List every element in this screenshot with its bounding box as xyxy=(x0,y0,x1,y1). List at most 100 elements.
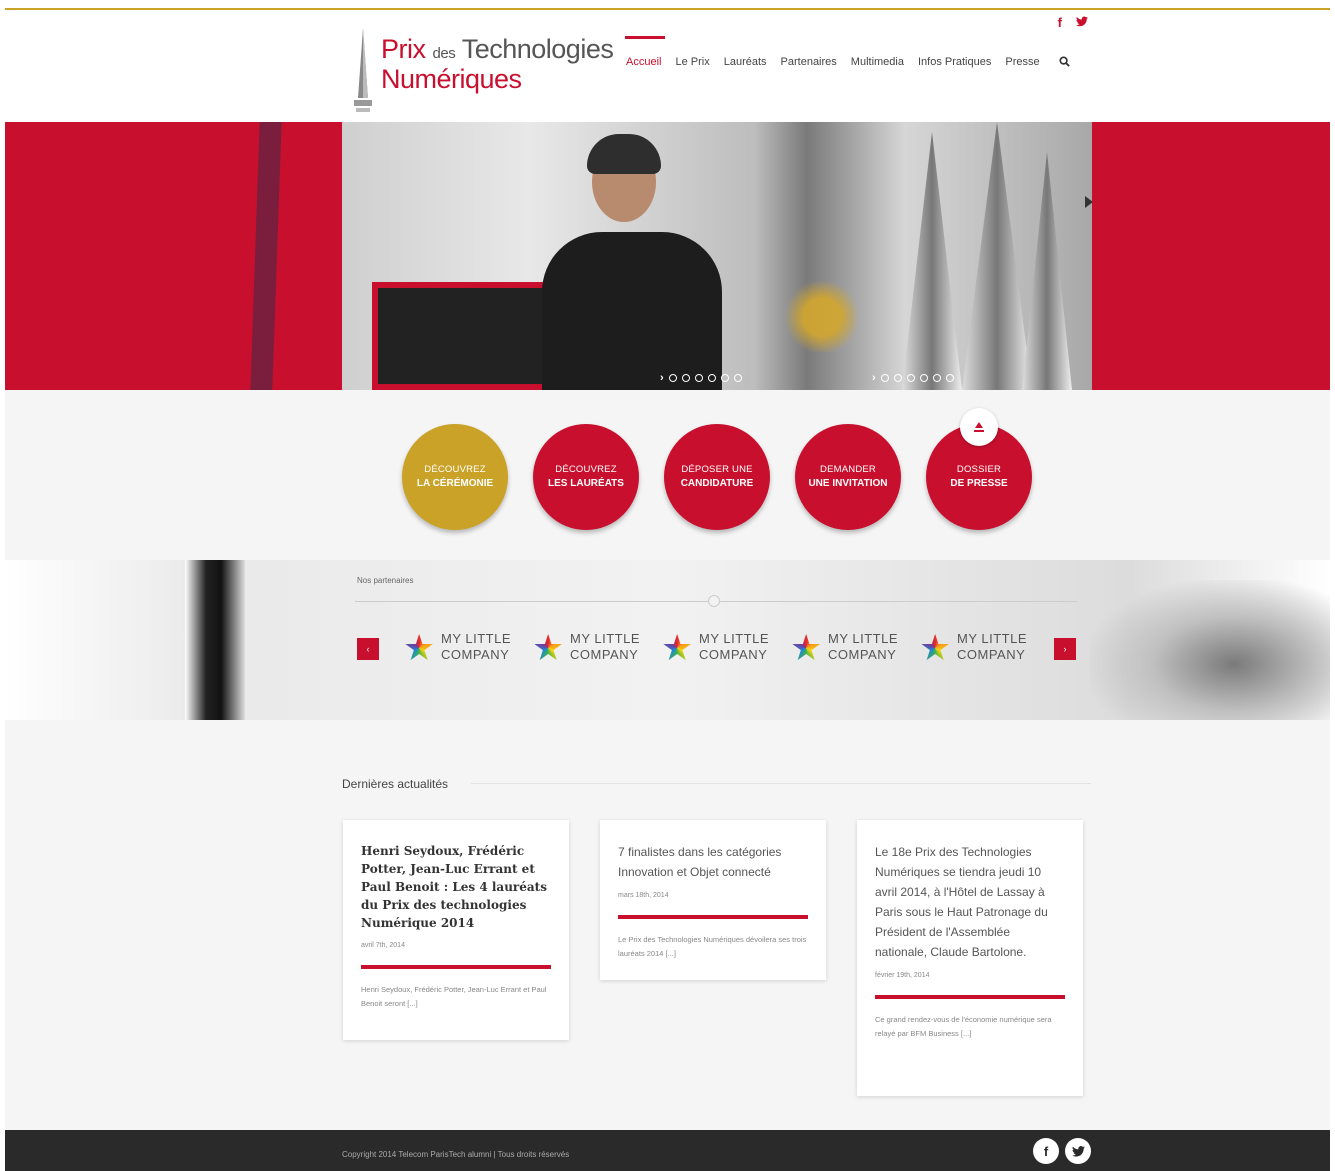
slider-dot[interactable] xyxy=(945,374,954,382)
partner-logo[interactable]: ★ MY LITTLE COMPANY xyxy=(532,628,652,668)
footer-twitter-icon[interactable] xyxy=(1065,1138,1091,1164)
news-card-accent-bar xyxy=(875,995,1065,999)
main-nav: Accueil Le Prix Lauréats Partenaires Mul… xyxy=(619,36,1070,70)
slider-arrow-icon[interactable]: › xyxy=(660,373,664,384)
cta-label-line2: UNE INVITATION xyxy=(808,478,888,489)
news-card-excerpt: Ce grand rendez-vous de l'économie numér… xyxy=(875,1015,1052,1038)
cta-label-line2: LA CÉRÉMONIE xyxy=(416,478,494,489)
cta-circles: DÉCOUVREZ LA CÉRÉMONIE DÉCOUVREZ LES LAU… xyxy=(5,390,1330,560)
nav-item-le-prix[interactable]: Le Prix xyxy=(668,56,716,70)
hero-image-person-hair xyxy=(587,134,661,174)
partner-logo[interactable]: ★ MY LITTLE COMPANY xyxy=(919,628,1039,668)
nav-item-multimedia[interactable]: Multimedia xyxy=(844,56,911,70)
slider-dot[interactable] xyxy=(733,374,742,382)
news-card-date: mars 18th, 2014 xyxy=(618,892,669,899)
hero-decor-stripe xyxy=(250,122,282,390)
slider-dot[interactable] xyxy=(893,374,902,382)
cta-label-line2: CANDIDATURE xyxy=(680,478,754,489)
footer-copyright: Copyright 2014 Telecom ParisTech alumni … xyxy=(342,1150,570,1159)
slider-dots: › xyxy=(660,373,742,384)
site-logo[interactable]: Prix des Technologies Numériques xyxy=(349,24,614,114)
partners-heading: Nos partenaires xyxy=(357,576,414,585)
slider-dot[interactable] xyxy=(694,374,703,382)
star-logo-icon: ★ xyxy=(790,627,823,668)
news-card-date: février 19th, 2014 xyxy=(875,972,930,979)
hero-next-arrow-icon[interactable] xyxy=(1085,196,1093,208)
cta-label-line2: LES LAURÉATS xyxy=(548,478,624,489)
partner-logo-line1: MY LITTLE xyxy=(828,631,899,646)
partner-logo-line1: MY LITTLE xyxy=(699,631,770,646)
news-card-title[interactable]: Le 18e Prix des Technologies Numériques … xyxy=(875,842,1065,962)
slider-dot[interactable] xyxy=(932,374,941,382)
partner-logo-text: MY LITTLE COMPANY xyxy=(828,631,898,663)
slider-dot[interactable] xyxy=(880,374,889,382)
slider-dot[interactable] xyxy=(668,374,677,382)
nav-item-laureats[interactable]: Lauréats xyxy=(717,56,774,70)
cta-label-line1: DÉCOUVREZ xyxy=(555,464,617,475)
slider-dot[interactable] xyxy=(720,374,729,382)
news-card[interactable]: 7 finalistes dans les catégories Innovat… xyxy=(600,820,826,980)
cta-label-line2: DE PRESSE xyxy=(950,478,1008,489)
twitter-icon[interactable] xyxy=(1076,16,1088,30)
nav-item-partenaires[interactable]: Partenaires xyxy=(774,56,844,70)
news-card[interactable]: Le 18e Prix des Technologies Numériques … xyxy=(857,820,1083,1096)
obelisk-logo-icon xyxy=(354,28,372,112)
partner-logo-line2: COMPANY xyxy=(828,647,897,662)
partner-logo-text: MY LITTLE COMPANY xyxy=(441,631,511,663)
cta-decouvrez-laureats-button[interactable]: DÉCOUVREZ LES LAURÉATS xyxy=(533,424,639,530)
star-logo-icon: ★ xyxy=(919,627,952,668)
nav-item-presse[interactable]: Presse xyxy=(998,56,1046,70)
hero-image-trophy xyxy=(962,122,1032,390)
site-header: f Prix des Technologies Numériques Accue… xyxy=(5,10,1330,122)
search-icon[interactable] xyxy=(1047,56,1070,70)
partners-next-button[interactable]: › xyxy=(1054,638,1076,660)
news-section-title: Dernières actualités xyxy=(342,777,449,791)
slider-dots-secondary: › xyxy=(872,373,954,384)
slider-arrow-icon[interactable]: › xyxy=(872,373,876,384)
logo-title-line1: Prix des Technologies xyxy=(381,34,614,65)
cta-decouvrez-ceremonie-button[interactable]: DÉCOUVREZ LA CÉRÉMONIE xyxy=(402,424,508,530)
nav-item-accueil[interactable]: Accueil xyxy=(619,36,668,70)
partners-prev-button[interactable]: ‹ xyxy=(357,638,379,660)
slider-dot[interactable] xyxy=(681,374,690,382)
partner-logo[interactable]: ★ MY LITTLE COMPANY xyxy=(403,628,523,668)
star-logo-icon: ★ xyxy=(532,627,565,668)
star-logo-icon: ★ xyxy=(661,627,694,668)
cta-deposer-candidature-button[interactable]: DÉPOSER UNE CANDIDATURE xyxy=(664,424,770,530)
news-card-excerpt: Le Prix des Technologies Numériques dévo… xyxy=(618,935,807,958)
hero-image-trophy xyxy=(902,132,962,390)
facebook-icon[interactable]: f xyxy=(1058,16,1062,30)
hero-image: › › xyxy=(342,122,1092,390)
logo-word-prix: Prix xyxy=(381,34,426,64)
download-arrow-icon xyxy=(974,422,984,432)
partner-logo-line1: MY LITTLE xyxy=(570,631,641,646)
slider-dot[interactable] xyxy=(707,374,716,382)
partners-divider-dot xyxy=(708,595,720,607)
logo-title-line2: Numériques xyxy=(381,64,522,94)
partner-logo[interactable]: ★ MY LITTLE COMPANY xyxy=(790,628,910,668)
partner-logo-text: MY LITTLE COMPANY xyxy=(570,631,640,663)
slider-dot[interactable] xyxy=(906,374,915,382)
cta-label-line1: DEMANDER xyxy=(820,464,876,475)
partner-logo[interactable]: ★ MY LITTLE COMPANY xyxy=(661,628,781,668)
hero-slider: › › xyxy=(5,122,1330,390)
hero-image-person-body xyxy=(542,232,722,390)
partner-logo-line2: COMPANY xyxy=(570,647,639,662)
star-logo-icon: ★ xyxy=(403,627,436,668)
news-card-title[interactable]: Henri Seydoux, Frédéric Potter, Jean-Luc… xyxy=(361,842,551,932)
twitter-bird-icon xyxy=(1071,1145,1085,1157)
nav-item-infos-pratiques[interactable]: Infos Pratiques xyxy=(911,56,998,70)
slider-dot[interactable] xyxy=(919,374,928,382)
news-card-title[interactable]: 7 finalistes dans les catégories Innovat… xyxy=(618,842,808,882)
cta-dossier-presse-button[interactable]: DOSSIER DE PRESSE xyxy=(926,408,1032,530)
cta-demander-invitation-button[interactable]: DEMANDER UNE INVITATION xyxy=(795,424,901,530)
hero-image-trophy xyxy=(1022,152,1072,390)
footer-facebook-icon[interactable]: f xyxy=(1033,1138,1059,1164)
partners-bg-decor xyxy=(185,560,245,720)
news-card-excerpt: Henri Seydoux, Frédéric Potter, Jean-Luc… xyxy=(361,985,547,1008)
partner-logo-line2: COMPANY xyxy=(957,647,1026,662)
download-icon xyxy=(960,408,998,446)
news-card[interactable]: Henri Seydoux, Frédéric Potter, Jean-Luc… xyxy=(343,820,569,1040)
twitter-bird-icon xyxy=(1076,16,1088,27)
hero-image-furniture xyxy=(372,282,562,390)
